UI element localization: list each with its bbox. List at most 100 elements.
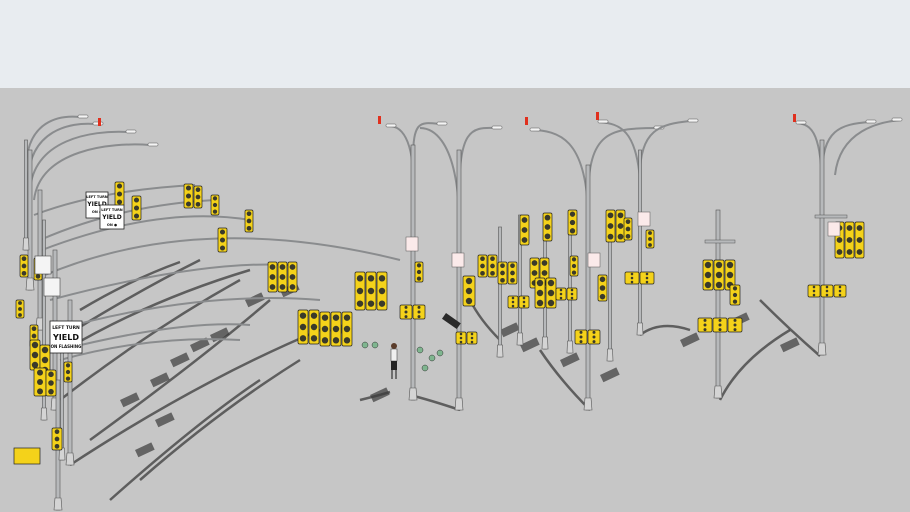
fallen-signal (13, 447, 41, 465)
sign-3-line-1: LEFT TURN (52, 325, 80, 331)
small-sign (587, 252, 601, 268)
traffic-signal (574, 329, 588, 345)
lamp-head (385, 123, 397, 128)
traffic-signal (462, 275, 476, 307)
small-sign (637, 211, 651, 227)
sign-3-line-2: YIELD (52, 333, 79, 342)
ground-plane (0, 88, 910, 512)
traffic-signal (507, 295, 519, 309)
traffic-signal (466, 331, 478, 345)
red-marker (525, 117, 528, 125)
red-marker (793, 114, 796, 122)
lamp-head (891, 117, 903, 122)
traffic-signal (376, 271, 388, 311)
red-marker (98, 118, 101, 126)
left-turn-yield-sign-3: LEFT TURN YIELD ON FLASHING (49, 320, 83, 354)
traffic-signal (605, 209, 616, 243)
traffic-signal (727, 317, 743, 333)
traffic-signal (729, 284, 741, 306)
traffic-signal (183, 183, 194, 209)
traffic-signal (193, 185, 203, 209)
traffic-signal (639, 271, 655, 285)
traffic-signal (33, 367, 47, 397)
traffic-signal (844, 221, 855, 259)
left-turn-yield-sign-2: LEFT TURN YIELD ON ● (99, 204, 125, 230)
traffic-signal (365, 271, 377, 311)
traffic-signal (542, 212, 553, 242)
lamp-head (529, 127, 541, 132)
traffic-signal (566, 287, 578, 301)
traffic-signal (624, 271, 640, 285)
red-marker (378, 116, 381, 124)
traffic-signal (319, 311, 331, 347)
traffic-signal (267, 261, 278, 293)
model-viewport[interactable]: LEFT TURN YIELD ON ● LEFT TURN YIELD ON … (0, 0, 910, 512)
traffic-signal (308, 309, 320, 345)
traffic-signal (713, 259, 725, 291)
traffic-signal (833, 284, 847, 298)
traffic-signal (412, 304, 426, 320)
traffic-signal (645, 229, 655, 249)
traffic-signal (19, 254, 29, 278)
traffic-signal (287, 261, 298, 293)
small-sign (34, 255, 52, 275)
traffic-signal (341, 311, 353, 347)
lamp-head (77, 114, 89, 119)
traffic-signal (414, 261, 424, 283)
sign-2-line-3: ON ● (107, 223, 117, 227)
traffic-signal (555, 287, 567, 301)
traffic-signal (15, 299, 25, 319)
crossbar (704, 239, 736, 244)
lamp-head (795, 120, 807, 125)
small-object (436, 349, 444, 357)
traffic-signal (45, 369, 57, 397)
traffic-signal (534, 277, 546, 309)
traffic-signal (114, 181, 125, 207)
small-object (428, 354, 436, 362)
traffic-signal (712, 317, 728, 333)
traffic-signal (807, 284, 821, 298)
traffic-signal (399, 304, 413, 320)
traffic-signal (702, 259, 714, 291)
traffic-signal (477, 254, 488, 278)
traffic-signal (217, 227, 228, 253)
small-object (421, 364, 429, 372)
traffic-signal (487, 254, 498, 278)
traffic-signal (597, 274, 608, 302)
small-sign (43, 277, 61, 297)
traffic-signal (697, 317, 713, 333)
traffic-signal (567, 209, 578, 236)
traffic-signal (545, 277, 557, 309)
lamp-head (436, 121, 448, 126)
traffic-signal (518, 295, 530, 309)
small-object (371, 341, 379, 349)
lamp-head (687, 118, 699, 123)
traffic-signal (497, 261, 508, 285)
traffic-signal (330, 311, 342, 347)
small-sign (405, 236, 419, 252)
traffic-signal (63, 361, 73, 383)
sign-1-line-1: LEFT TURN (86, 195, 108, 199)
traffic-signal (519, 214, 530, 246)
small-sign (827, 221, 841, 237)
sign-2-line-1: LEFT TURN (101, 208, 123, 212)
sky (0, 0, 910, 88)
lamp-head (125, 129, 137, 134)
traffic-signal (854, 221, 865, 259)
traffic-signal (569, 255, 579, 277)
traffic-signal (51, 427, 63, 451)
traffic-signal (297, 309, 309, 345)
traffic-signal (277, 261, 288, 293)
traffic-signal (455, 331, 467, 345)
red-marker (596, 112, 599, 120)
lamp-head (865, 119, 877, 124)
small-object (416, 346, 424, 354)
lamp-head (491, 125, 503, 130)
traffic-signal (820, 284, 834, 298)
traffic-signal (354, 271, 366, 311)
traffic-signal (623, 217, 633, 241)
traffic-signal (210, 194, 220, 216)
sign-2-line-2: YIELD (101, 214, 121, 221)
traffic-signal (131, 195, 142, 221)
lamp-head (147, 142, 159, 147)
